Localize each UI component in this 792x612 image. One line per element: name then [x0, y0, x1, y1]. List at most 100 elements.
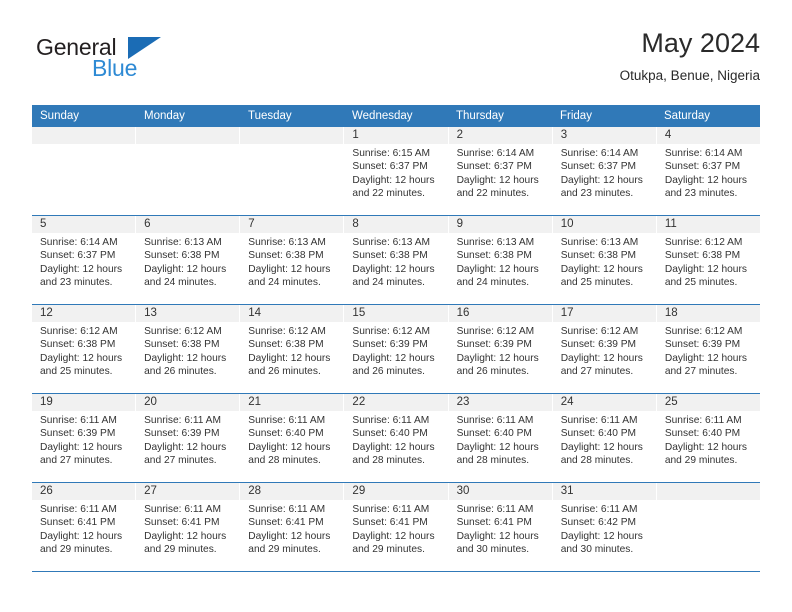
day-sun-info: Sunrise: 6:11 AM Sunset: 6:41 PM Daylight:… [344, 500, 447, 557]
sunset-text: Sunset: 6:41 PM [456, 517, 532, 529]
day-cell[interactable]: 31 Sunrise: 6:11 AM Sunset: 6:42 PM Dayligh… [552, 483, 657, 571]
day-sun-info: Sunrise: 6:11 AM Sunset: 6:41 PM Daylight:… [240, 500, 343, 557]
sunrise-text: Sunrise: 6:11 AM [456, 415, 534, 426]
day-cell[interactable]: 21 Sunrise: 6:11 AM Sunset: 6:40 PM Dayligh… [240, 394, 345, 482]
day-number: 19 [32, 394, 136, 411]
weekday-header-row: Sunday Monday Tuesday Wednesday Thursday Frid… [32, 105, 760, 127]
day-number: 7 [240, 216, 344, 233]
day-sun-info: Sunrise: 6:12 AM Sunset: 6:38 PM Daylight:… [240, 322, 343, 379]
day-number: 8 [344, 216, 448, 233]
sunrise-text: Sunrise: 6:11 AM [144, 504, 221, 515]
day-cell[interactable]: 18 Sunrise: 6:12 AM Sunset: 6:39 PM Dayligh… [656, 305, 760, 393]
sunset-text: Sunset: 6:41 PM [248, 517, 324, 529]
weekday-header-monday: Monday [144, 110, 185, 122]
sunset-text: Sunset: 6:42 PM [560, 517, 637, 529]
daylight-text: Daylight: 12 hours and 22 minutes. [456, 174, 539, 200]
day-sun-info: Sunrise: 6:12 AM Sunset: 6:38 PM Daylight:… [32, 322, 135, 379]
day-number: 27 [136, 483, 240, 500]
day-cell[interactable]: 27 Sunrise: 6:11 AM Sunset: 6:41 PM Dayligh… [136, 483, 241, 571]
day-number: 6 [136, 216, 240, 233]
daylight-text: Daylight: 12 hours and 27 minutes. [144, 441, 227, 467]
day-number: 4 [656, 127, 760, 144]
day-cell[interactable]: 6 Sunrise: 6:13 AM Sunset: 6:38 PM Daylight… [136, 216, 241, 304]
weekday-header-wednesday: Wednesday [352, 110, 413, 122]
day-cell[interactable]: 23 Sunrise: 6:11 AM Sunset: 6:40 PM Dayligh… [448, 394, 553, 482]
day-sun-info: Sunrise: 6:11 AM Sunset: 6:41 PM Daylight:… [449, 500, 552, 557]
day-cell[interactable]: 5 Sunrise: 6:14 AM Sunset: 6:37 PM Daylight… [32, 216, 137, 304]
day-cell[interactable]: 4 Sunrise: 6:14 AM Sunset: 6:37 PM Daylight… [656, 127, 760, 215]
day-sun-info: Sunrise: 6:13 AM Sunset: 6:38 PM Daylight:… [136, 233, 239, 290]
daylight-text: Daylight: 12 hours and 22 minutes. [352, 174, 435, 200]
daylight-text: Daylight: 12 hours and 24 minutes. [352, 263, 435, 289]
weekday-header-saturday: Saturday [664, 110, 711, 122]
day-number: 23 [448, 394, 552, 411]
day-cell[interactable]: 7 Sunrise: 6:13 AM Sunset: 6:38 PM Daylight… [240, 216, 345, 304]
daylight-text: Daylight: 12 hours and 29 minutes. [40, 530, 123, 556]
sunrise-text: Sunrise: 6:14 AM [560, 148, 639, 159]
daylight-text: Daylight: 12 hours and 26 minutes. [248, 352, 331, 378]
day-number: 1 [344, 127, 448, 144]
sunrise-text: Sunrise: 6:11 AM [40, 504, 117, 515]
sunset-text: Sunset: 6:38 PM [144, 250, 220, 262]
day-cell[interactable]: 15 Sunrise: 6:12 AM Sunset: 6:39 PM Dayligh… [344, 305, 449, 393]
day-cell[interactable]: 22 Sunrise: 6:11 AM Sunset: 6:40 PM Dayligh… [344, 394, 449, 482]
day-cell[interactable]: 2 Sunrise: 6:14 AM Sunset: 6:37 PM Daylight… [448, 127, 553, 215]
day-sun-info: Sunrise: 6:11 AM Sunset: 6:41 PM Daylight:… [32, 500, 135, 557]
day-sun-info: Sunrise: 6:11 AM Sunset: 6:39 PM Daylight:… [136, 411, 239, 468]
week-days: 12 Sunrise: 6:12 AM Sunset: 6:38 PM Dayligh… [32, 305, 760, 393]
day-cell[interactable]: 8 Sunrise: 6:13 AM Sunset: 6:38 PM Daylight… [344, 216, 449, 304]
day-cell[interactable]: 29 Sunrise: 6:11 AM Sunset: 6:41 PM Dayligh… [344, 483, 449, 571]
sunrise-text: Sunrise: 6:13 AM [352, 237, 431, 248]
weekday-header-sunday: Sunday [40, 110, 80, 122]
day-cell[interactable]: 17 Sunrise: 6:12 AM Sunset: 6:39 PM Dayligh… [552, 305, 657, 393]
day-cell[interactable]: 10 Sunrise: 6:13 AM Sunset: 6:38 PM Dayligh… [552, 216, 657, 304]
day-sun-info: Sunrise: 6:12 AM Sunset: 6:39 PM Daylight:… [344, 322, 447, 379]
day-cell[interactable]: 11 Sunrise: 6:12 AM Sunset: 6:38 PM Dayligh… [656, 216, 760, 304]
daylight-text: Daylight: 12 hours and 25 minutes. [40, 352, 123, 378]
day-number: 20 [136, 394, 240, 411]
weekday-header-thursday: Thursday [456, 110, 504, 122]
day-number: 15 [344, 305, 448, 322]
day-cell[interactable]: 13 Sunrise: 6:12 AM Sunset: 6:38 PM Dayligh… [136, 305, 241, 393]
day-sun-info: Sunrise: 6:11 AM Sunset: 6:40 PM Daylight:… [449, 411, 552, 468]
sunrise-text: Sunrise: 6:11 AM [456, 504, 534, 515]
sunrise-text: Sunrise: 6:11 AM [352, 504, 430, 515]
day-cell[interactable]: 3 Sunrise: 6:14 AM Sunset: 6:37 PM Daylight… [552, 127, 657, 215]
day-cell[interactable]: 16 Sunrise: 6:12 AM Sunset: 6:39 PM Dayligh… [448, 305, 553, 393]
day-sun-info: Sunrise: 6:11 AM Sunset: 6:42 PM Daylight:… [553, 500, 656, 557]
daylight-text: Daylight: 12 hours and 26 minutes. [352, 352, 435, 378]
daylight-text: Daylight: 12 hours and 25 minutes. [560, 263, 643, 289]
sunrise-text: Sunrise: 6:11 AM [248, 504, 326, 515]
day-cell[interactable]: 9 Sunrise: 6:13 AM Sunset: 6:38 PM Daylight… [448, 216, 553, 304]
day-cell[interactable]: 26 Sunrise: 6:11 AM Sunset: 6:41 PM Dayligh… [32, 483, 137, 571]
day-sun-info: Sunrise: 6:12 AM Sunset: 6:39 PM Daylight:… [553, 322, 656, 379]
daylight-text: Daylight: 12 hours and 29 minutes. [144, 530, 227, 556]
sunset-text: Sunset: 6:41 PM [352, 517, 428, 529]
day-sun-info: Sunrise: 6:15 AM Sunset: 6:37 PM Daylight:… [344, 144, 447, 201]
day-cell[interactable]: 24 Sunrise: 6:11 AM Sunset: 6:40 PM Dayligh… [552, 394, 657, 482]
day-number [656, 483, 760, 500]
day-cell[interactable]: 14 Sunrise: 6:12 AM Sunset: 6:38 PM Dayligh… [240, 305, 345, 393]
day-cell[interactable]: 30 Sunrise: 6:11 AM Sunset: 6:41 PM Dayligh… [448, 483, 553, 571]
sunset-text: Sunset: 6:37 PM [456, 161, 532, 173]
sunrise-text: Sunrise: 6:11 AM [352, 415, 430, 426]
calendar-week-row: 1 Sunrise: 6:15 AM Sunset: 6:37 PM Daylight… [32, 127, 760, 216]
day-number: 5 [32, 216, 136, 233]
day-number: 12 [32, 305, 136, 322]
day-cell[interactable]: 19 Sunrise: 6:11 AM Sunset: 6:39 PM Dayligh… [32, 394, 137, 482]
sunrise-text: Sunrise: 6:11 AM [40, 415, 117, 426]
day-cell[interactable]: 25 Sunrise: 6:11 AM Sunset: 6:40 PM Dayligh… [656, 394, 760, 482]
general-blue-logo[interactable]: General Blue [32, 34, 212, 90]
calendar-weeks: 1 Sunrise: 6:15 AM Sunset: 6:37 PM Daylight… [32, 127, 760, 572]
sunrise-text: Sunrise: 6:14 AM [456, 148, 535, 159]
logo-text-blue: Blue [92, 55, 138, 81]
day-sun-info: Sunrise: 6:12 AM Sunset: 6:38 PM Daylight:… [136, 322, 239, 379]
day-cell[interactable]: 28 Sunrise: 6:11 AM Sunset: 6:41 PM Dayligh… [240, 483, 345, 571]
daylight-text: Daylight: 12 hours and 26 minutes. [456, 352, 539, 378]
day-cell[interactable]: 20 Sunrise: 6:11 AM Sunset: 6:39 PM Dayligh… [136, 394, 241, 482]
day-cell[interactable]: 12 Sunrise: 6:12 AM Sunset: 6:38 PM Dayligh… [32, 305, 137, 393]
sunset-text: Sunset: 6:37 PM [664, 161, 741, 173]
daylight-text: Daylight: 12 hours and 28 minutes. [456, 441, 539, 467]
day-cell[interactable]: 1 Sunrise: 6:15 AM Sunset: 6:37 PM Daylight… [344, 127, 449, 215]
sunset-text: Sunset: 6:37 PM [560, 161, 637, 173]
